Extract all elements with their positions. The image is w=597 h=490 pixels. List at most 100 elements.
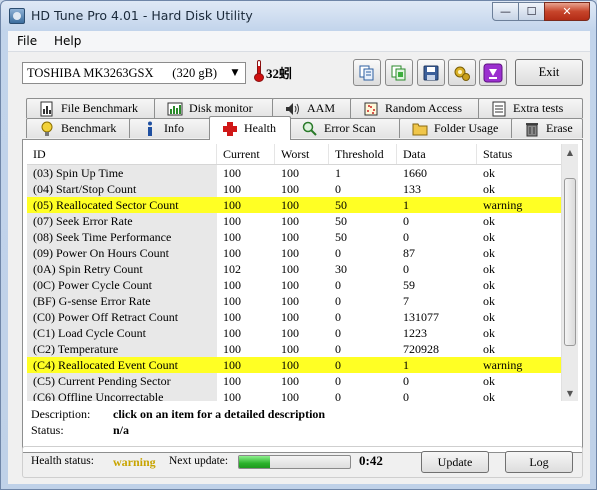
cell-threshold: 0 bbox=[335, 358, 341, 372]
cell-worst: 100 bbox=[281, 246, 299, 260]
cell-status: ok bbox=[483, 182, 495, 196]
copy-screen-button[interactable] bbox=[385, 59, 413, 86]
cell-worst: 100 bbox=[281, 374, 299, 388]
cell-status: ok bbox=[483, 262, 495, 276]
cell-id: (C0) Power Off Retract Count bbox=[27, 309, 217, 325]
cell-current: 100 bbox=[223, 358, 241, 372]
next-update-countdown: 0:42 bbox=[359, 453, 383, 468]
cell-id: (BF) G-sense Error Rate bbox=[27, 293, 217, 309]
cell-id: (09) Power On Hours Count bbox=[27, 245, 217, 261]
menu-help[interactable]: Help bbox=[54, 34, 81, 48]
tab-disk-monitor[interactable]: Disk monitor bbox=[154, 98, 274, 118]
table-row[interactable]: (07) Seek Error Rate 100 100 50 0 ok bbox=[27, 213, 562, 229]
tab-folder-usage[interactable]: Folder Usage bbox=[399, 118, 513, 138]
options-button[interactable] bbox=[448, 59, 476, 86]
red-cross-icon bbox=[222, 121, 238, 137]
scroll-up-arrow-icon[interactable]: ▲ bbox=[562, 144, 578, 160]
next-update-progress bbox=[238, 455, 351, 469]
chevron-down-icon[interactable]: ▼ bbox=[227, 65, 243, 81]
thermometer-icon bbox=[254, 60, 264, 82]
cell-status: ok bbox=[483, 326, 495, 340]
table-row[interactable]: (09) Power On Hours Count 100 100 0 87 ok bbox=[27, 245, 562, 261]
health-panel: ID Current Worst Threshold Data Status (… bbox=[22, 139, 583, 453]
cell-threshold: 50 bbox=[335, 230, 347, 244]
scrollbar-thumb[interactable] bbox=[564, 178, 576, 346]
tab-error-scan[interactable]: Error Scan bbox=[289, 118, 401, 138]
progress-fill bbox=[239, 456, 271, 468]
trash-icon bbox=[524, 121, 540, 137]
speaker-icon bbox=[285, 101, 301, 117]
column-header-current[interactable]: Current bbox=[217, 144, 275, 164]
column-header-threshold[interactable]: Threshold bbox=[329, 144, 397, 164]
cell-data: 1 bbox=[403, 358, 409, 372]
menu-file[interactable]: File bbox=[17, 34, 37, 48]
cell-id: (C5) Current Pending Sector bbox=[27, 373, 217, 389]
table-row[interactable]: (C4) Reallocated Event Count 100 100 0 1 warn… bbox=[27, 357, 562, 373]
table-row[interactable]: (C1) Load Cycle Count 100 100 0 1223 ok bbox=[27, 325, 562, 341]
disk-monitor-icon bbox=[167, 101, 183, 117]
cell-status: warning bbox=[483, 198, 523, 212]
column-header-data[interactable]: Data bbox=[397, 144, 477, 164]
tab-row-bottom: Benchmark Info Health Error Scan Folder … bbox=[26, 116, 583, 140]
tab-random-access[interactable]: Random Access bbox=[350, 98, 480, 118]
cell-data: 87 bbox=[403, 246, 415, 260]
column-header-status[interactable]: Status bbox=[477, 144, 562, 164]
vertical-scrollbar[interactable]: ▲ ▼ bbox=[561, 144, 578, 401]
title-bar[interactable]: HD Tune Pro 4.01 - Hard Disk Utility — ☐… bbox=[1, 1, 596, 31]
cell-worst: 100 bbox=[281, 342, 299, 356]
cell-current: 100 bbox=[223, 246, 241, 260]
tab-benchmark[interactable]: Benchmark bbox=[26, 118, 131, 138]
log-button[interactable]: Log bbox=[505, 451, 573, 473]
table-row[interactable]: (C6) Offline Uncorrectable 100 100 0 0 ok bbox=[27, 389, 562, 401]
table-row[interactable]: (08) Seek Time Performance 100 100 50 0 ok bbox=[27, 229, 562, 245]
copy-info-button[interactable] bbox=[353, 59, 381, 86]
tab-label: Random Access bbox=[385, 101, 462, 115]
cell-status: ok bbox=[483, 374, 495, 388]
cell-threshold: 0 bbox=[335, 342, 341, 356]
table-row[interactable]: (C0) Power Off Retract Count 100 100 0 13107… bbox=[27, 309, 562, 325]
tab-info[interactable]: Info bbox=[129, 118, 211, 138]
save-button[interactable] bbox=[417, 59, 445, 86]
status-value: n/a bbox=[113, 423, 130, 437]
cell-id: (04) Start/Stop Count bbox=[27, 181, 217, 197]
table-row[interactable]: (0C) Power Cycle Count 100 100 0 59 ok bbox=[27, 277, 562, 293]
drive-select[interactable]: TOSHIBA MK3263GSX (320 gB) ▼ bbox=[22, 62, 246, 84]
cell-worst: 100 bbox=[281, 310, 299, 324]
tab-extra-tests[interactable]: Extra tests bbox=[478, 98, 583, 118]
tab-aam[interactable]: AAM bbox=[272, 98, 352, 118]
cell-id: (05) Reallocated Sector Count bbox=[27, 197, 217, 213]
table-row[interactable]: (04) Start/Stop Count 100 100 0 133 ok bbox=[27, 181, 562, 197]
tab-label: Benchmark bbox=[61, 121, 117, 135]
cell-status: ok bbox=[483, 214, 495, 228]
cell-threshold: 0 bbox=[335, 182, 341, 196]
exit-button[interactable]: Exit bbox=[515, 59, 583, 86]
cell-data: 0 bbox=[403, 214, 409, 228]
cell-worst: 100 bbox=[281, 198, 299, 212]
tab-file-benchmark[interactable]: File Benchmark bbox=[26, 98, 156, 118]
cell-id: (C1) Load Cycle Count bbox=[27, 325, 217, 341]
column-header-id[interactable]: ID bbox=[27, 144, 217, 164]
cell-current: 100 bbox=[223, 230, 241, 244]
table-row[interactable]: (03) Spin Up Time 100 100 1 1660 ok bbox=[27, 165, 562, 181]
minimize-to-tray-button[interactable] bbox=[479, 59, 507, 86]
cell-threshold: 30 bbox=[335, 262, 347, 276]
close-button[interactable]: ✕ bbox=[544, 2, 590, 21]
scroll-down-arrow-icon[interactable]: ▼ bbox=[562, 385, 578, 401]
table-row[interactable]: (0A) Spin Retry Count 102 100 30 0 ok bbox=[27, 261, 562, 277]
cell-threshold: 50 bbox=[335, 214, 347, 228]
tab-label: Extra tests bbox=[513, 101, 564, 115]
table-row[interactable]: (BF) G-sense Error Rate 100 100 0 7 ok bbox=[27, 293, 562, 309]
cell-worst: 100 bbox=[281, 230, 299, 244]
maximize-button[interactable]: ☐ bbox=[518, 2, 545, 21]
cell-data: 720928 bbox=[403, 342, 439, 356]
table-row[interactable]: (C2) Temperature 100 100 0 720928 ok bbox=[27, 341, 562, 357]
table-row[interactable]: (C5) Current Pending Sector 100 100 0 0 ok bbox=[27, 373, 562, 389]
cell-threshold: 0 bbox=[335, 326, 341, 340]
tab-erase[interactable]: Erase bbox=[511, 118, 583, 138]
column-header-worst[interactable]: Worst bbox=[275, 144, 329, 164]
minimize-button[interactable]: — bbox=[492, 2, 519, 21]
description-label: Description: bbox=[31, 407, 91, 421]
update-button[interactable]: Update bbox=[421, 451, 489, 473]
tab-health[interactable]: Health bbox=[209, 116, 291, 140]
table-row[interactable]: (05) Reallocated Sector Count 100 100 50 1 wa… bbox=[27, 197, 562, 213]
